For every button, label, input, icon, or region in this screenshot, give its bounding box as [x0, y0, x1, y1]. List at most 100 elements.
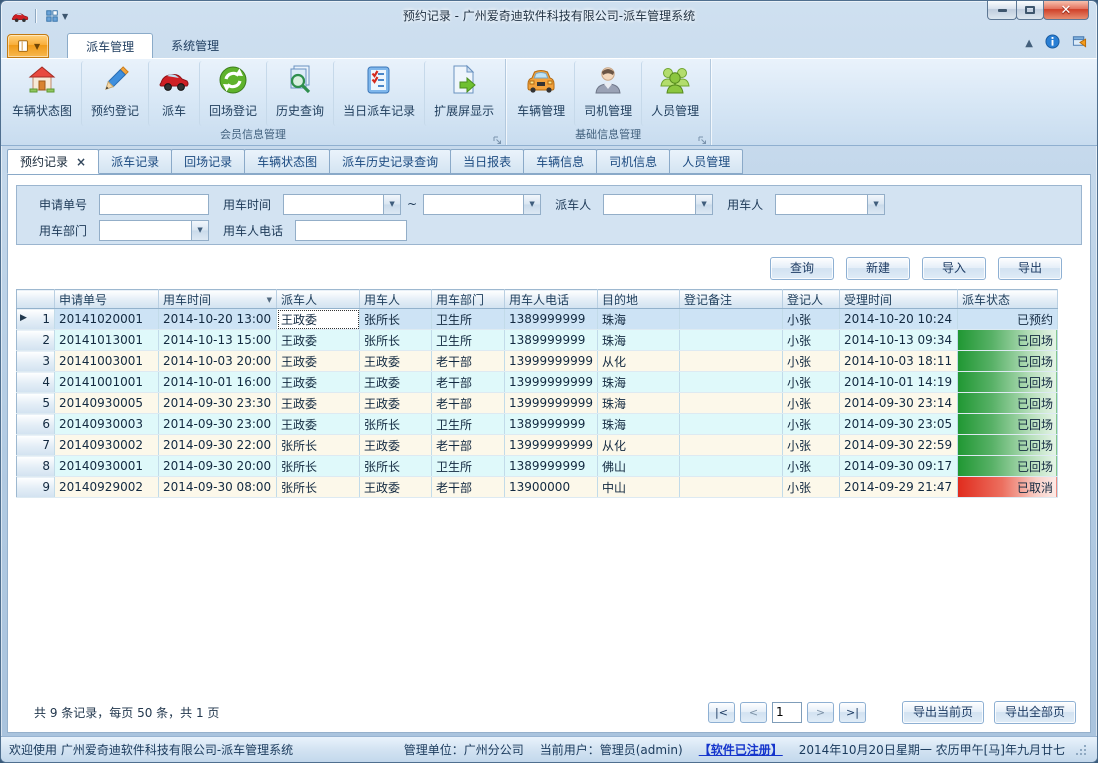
cell[interactable]: 1389999999 [505, 309, 598, 330]
cell[interactable]: 20140930001 [55, 456, 159, 477]
request-no-input[interactable] [99, 194, 209, 215]
cell[interactable] [679, 309, 782, 330]
cell[interactable]: 2014-10-13 15:00 [159, 330, 277, 351]
doc-tab-0[interactable]: 预约记录× [7, 149, 99, 174]
minimize-button[interactable] [987, 1, 1017, 20]
cell[interactable]: 王政委 [360, 477, 432, 498]
cell[interactable]: 小张 [782, 456, 839, 477]
cell[interactable]: 王政委 [360, 393, 432, 414]
cell[interactable]: 2014-09-29 21:47 [839, 477, 957, 498]
row-number[interactable]: 2 [17, 330, 55, 351]
cell[interactable]: 2014-10-20 10:24 [839, 309, 957, 330]
cell[interactable]: 王政委 [360, 372, 432, 393]
row-number[interactable]: 5 [17, 393, 55, 414]
table-row[interactable]: 1▶201410200012014-10-20 13:00王政委张所长卫生所13… [17, 309, 1058, 330]
ribbon-tab-0[interactable]: 派车管理 [67, 33, 153, 58]
cell[interactable]: 2014-09-30 23:14 [839, 393, 957, 414]
license-link[interactable]: 【软件已注册】 [699, 741, 783, 758]
cell[interactable]: 老干部 [432, 372, 505, 393]
cell[interactable]: 张所长 [277, 477, 360, 498]
user-combo[interactable]: ▼ [775, 194, 885, 215]
table-row[interactable]: 2201410130012014-10-13 15:00王政委张所长卫生所138… [17, 330, 1058, 351]
doc-tab-7[interactable]: 司机信息 [596, 149, 670, 174]
collapse-ribbon-icon[interactable]: ▲ [1025, 38, 1033, 49]
cell[interactable] [679, 393, 782, 414]
cell[interactable]: 老干部 [432, 351, 505, 372]
export-all-pages-button[interactable]: 导出全部页 [994, 701, 1076, 724]
app-menu-button[interactable]: ▼ [7, 34, 49, 58]
ribbon-button-driver[interactable]: 司机管理 [574, 61, 641, 126]
row-number[interactable]: 8 [17, 456, 55, 477]
cell[interactable]: 卫生所 [432, 330, 505, 351]
cell[interactable]: 卫生所 [432, 414, 505, 435]
cell[interactable] [679, 351, 782, 372]
cell[interactable]: 王政委 [277, 372, 360, 393]
doc-tab-5[interactable]: 当日报表 [450, 149, 524, 174]
cell[interactable]: 2014-09-30 22:00 [159, 435, 277, 456]
prev-page-button[interactable]: < [740, 702, 767, 723]
first-page-button[interactable]: |< [708, 702, 735, 723]
table-row[interactable]: 5201409300052014-09-30 23:30王政委王政委老干部139… [17, 393, 1058, 414]
use-time-to-combo[interactable]: ▼ [423, 194, 541, 215]
column-header-4[interactable]: 用车部门 [432, 290, 505, 309]
row-number[interactable]: 7 [17, 435, 55, 456]
cell[interactable] [679, 372, 782, 393]
export-button[interactable]: 导出 [998, 257, 1062, 280]
row-number[interactable]: 1▶ [17, 309, 55, 330]
cell[interactable] [679, 477, 782, 498]
cell[interactable]: 老干部 [432, 435, 505, 456]
row-number[interactable]: 3 [17, 351, 55, 372]
create-button[interactable]: 新建 [846, 257, 910, 280]
ribbon-button-recycle[interactable]: 回场登记 [199, 61, 266, 126]
cell[interactable]: 2014-10-20 13:00 [159, 309, 277, 330]
cell[interactable]: 1389999999 [505, 414, 598, 435]
ribbon-button-history-search[interactable]: 历史查询 [266, 61, 333, 126]
cell[interactable]: 张所长 [360, 330, 432, 351]
table-row[interactable]: 7201409300022014-09-30 22:00张所长王政委老干部139… [17, 435, 1058, 456]
cell[interactable]: 20141003001 [55, 351, 159, 372]
cell[interactable] [679, 414, 782, 435]
cell[interactable]: 珠海 [597, 414, 679, 435]
style-switch-icon[interactable] [1072, 34, 1087, 52]
ribbon-button-house[interactable]: 车辆状态图 [3, 61, 81, 126]
dispatcher-combo[interactable]: ▼ [603, 194, 713, 215]
cell[interactable] [679, 456, 782, 477]
cell[interactable]: 2014-10-03 20:00 [159, 351, 277, 372]
cell[interactable]: 小张 [782, 435, 839, 456]
doc-tab-4[interactable]: 派车历史记录查询 [329, 149, 451, 174]
cell[interactable]: 2014-10-13 09:34 [839, 330, 957, 351]
cell[interactable]: 13999999999 [505, 393, 598, 414]
column-header-6[interactable]: 目的地 [597, 290, 679, 309]
cell[interactable]: 20141020001 [55, 309, 159, 330]
page-number-input[interactable] [772, 702, 802, 723]
cell[interactable]: 2014-09-30 20:00 [159, 456, 277, 477]
table-row[interactable]: 3201410030012014-10-03 20:00王政委王政委老干部139… [17, 351, 1058, 372]
cell[interactable]: 20140930003 [55, 414, 159, 435]
table-row[interactable]: 9201409290022014-09-30 08:00张所长王政委老干部139… [17, 477, 1058, 498]
maximize-button[interactable] [1016, 1, 1044, 20]
table-row[interactable]: 4201410010012014-10-01 16:00王政委王政委老干部139… [17, 372, 1058, 393]
use-time-from-combo[interactable]: ▼ [283, 194, 401, 215]
ribbon-button-taxi[interactable]: 车辆管理 [508, 61, 574, 126]
doc-tab-8[interactable]: 人员管理 [669, 149, 743, 174]
cell[interactable]: 13999999999 [505, 372, 598, 393]
ribbon-tab-1[interactable]: 系统管理 [153, 33, 237, 58]
cell[interactable]: 小张 [782, 372, 839, 393]
table-row[interactable]: 8201409300012014-09-30 20:00张所长张所长卫生所138… [17, 456, 1058, 477]
cell[interactable]: 张所长 [277, 435, 360, 456]
cell[interactable]: 珠海 [597, 309, 679, 330]
cell[interactable]: 小张 [782, 477, 839, 498]
cell[interactable]: 2014-10-01 16:00 [159, 372, 277, 393]
row-number[interactable]: 4 [17, 372, 55, 393]
ribbon-button-pencil[interactable]: 预约登记 [81, 61, 148, 126]
cell[interactable]: 2014-09-30 22:59 [839, 435, 957, 456]
dialog-launcher-icon[interactable] [493, 133, 502, 142]
records-table[interactable]: 申请单号用车时间▼派车人用车人用车部门用车人电话目的地登记备注登记人受理时间派车… [16, 289, 1058, 498]
cell[interactable]: 20141001001 [55, 372, 159, 393]
cell[interactable]: 2014-09-30 23:30 [159, 393, 277, 414]
column-header-3[interactable]: 用车人 [360, 290, 432, 309]
column-header-8[interactable]: 登记人 [782, 290, 839, 309]
cell[interactable]: 珠海 [597, 330, 679, 351]
cell[interactable]: 13999999999 [505, 435, 598, 456]
cell[interactable]: 张所长 [360, 309, 432, 330]
